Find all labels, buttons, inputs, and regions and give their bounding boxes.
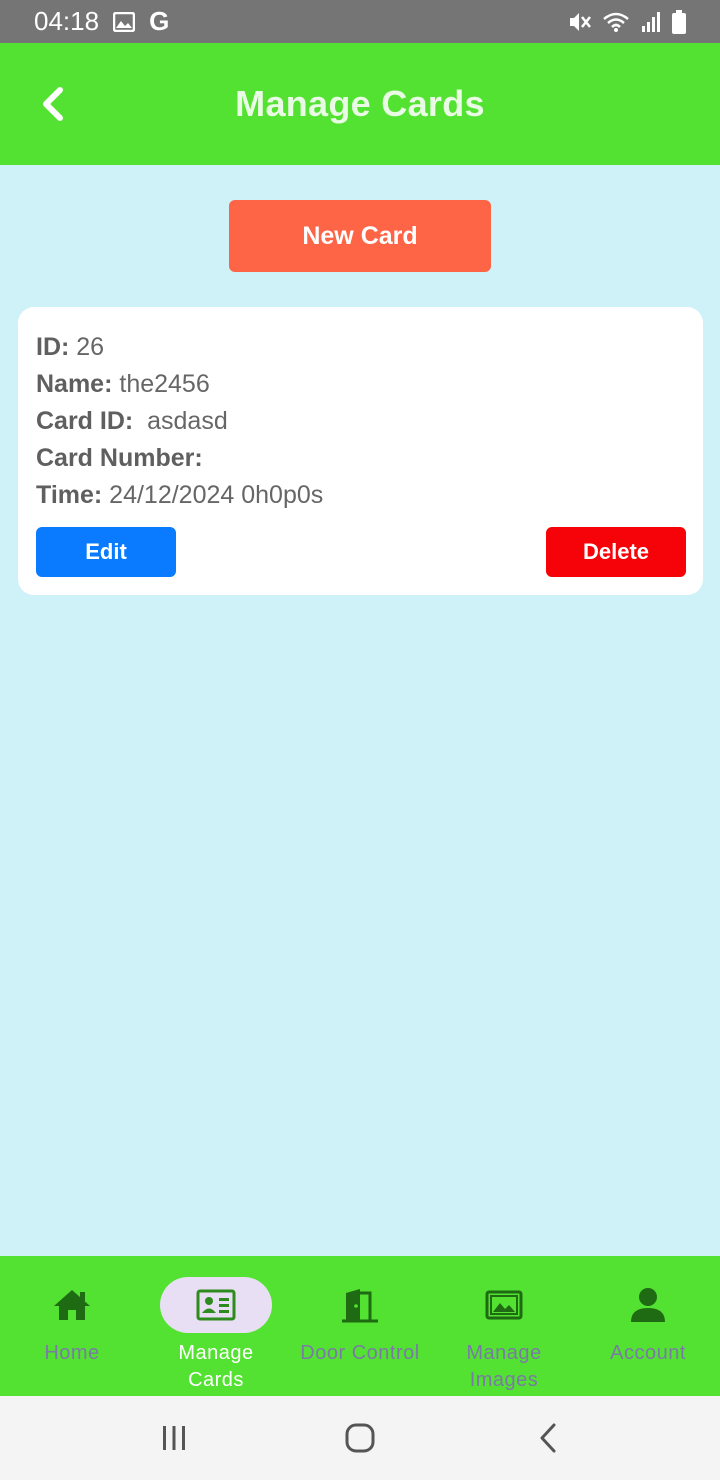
mute-icon <box>568 11 592 33</box>
nav-item-door-control[interactable]: Door Control <box>292 1256 428 1396</box>
new-card-button[interactable]: New Card <box>229 200 491 272</box>
card-time-value: 24/12/2024 0h0p0s <box>102 481 324 509</box>
google-icon: G <box>149 6 170 36</box>
recent-apps-button[interactable] <box>152 1416 196 1460</box>
home-icon <box>54 1290 90 1320</box>
card-cardid-label: Card ID: <box>36 407 134 435</box>
nav-item-manage-images[interactable]: Manage Images <box>448 1256 560 1396</box>
delete-button[interactable]: Delete <box>546 527 686 577</box>
back-chevron-icon <box>540 1423 556 1453</box>
back-button[interactable] <box>28 79 78 129</box>
nav-item-manage-cards[interactable]: Manage Cards <box>160 1256 272 1396</box>
door-icon <box>342 1289 378 1323</box>
bottom-nav: Home Manage Cards Door Control Manage Im… <box>0 1256 720 1396</box>
card-id-line: ID: 26 <box>36 329 685 366</box>
recent-apps-icon <box>163 1426 185 1450</box>
card-number-label: Card Number: <box>36 444 203 472</box>
chevron-left-icon <box>43 87 63 121</box>
status-time: 04:18 <box>34 6 100 36</box>
card-id-value: 26 <box>69 333 105 361</box>
home-circle-icon <box>345 1423 375 1453</box>
nav-item-home[interactable]: Home <box>16 1256 128 1396</box>
card-name-value: the2456 <box>112 370 210 398</box>
status-right <box>568 9 686 34</box>
card-cardid-value: asdasd <box>133 407 228 435</box>
nav-item-account[interactable]: Account <box>592 1256 704 1396</box>
card-name-line: Name: the2456 <box>36 366 685 403</box>
page-title: Manage Cards <box>235 83 485 124</box>
id-card-icon <box>196 1289 236 1321</box>
app-bar: Manage Cards <box>0 43 720 165</box>
nav-icon-wrap <box>304 1277 416 1333</box>
card-name-label: Name: <box>36 370 113 398</box>
nav-label-account: Account <box>610 1342 686 1364</box>
edit-button[interactable]: Edit <box>36 527 176 577</box>
image-icon <box>485 1290 523 1320</box>
nav-label-manage-images: Manage Images <box>466 1342 542 1391</box>
nav-label-home: Home <box>44 1342 100 1364</box>
wifi-icon <box>602 11 630 33</box>
image-icon <box>113 11 136 32</box>
nav-label-door-control: Door Control <box>300 1342 420 1364</box>
nav-label-manage-cards: Manage Cards <box>178 1342 254 1391</box>
status-left: 04:18 G <box>34 6 169 37</box>
nav-icon-wrap <box>160 1277 272 1333</box>
card-time-label: Time: <box>36 481 103 509</box>
card-cardid-line: Card ID: asdasd <box>36 403 685 440</box>
card-number-line: Card Number: <box>36 440 685 477</box>
home-button[interactable] <box>338 1416 382 1460</box>
signal-icon <box>640 11 662 33</box>
nav-icon-wrap <box>592 1277 704 1333</box>
system-nav-bar <box>0 1396 720 1480</box>
card-time-line: Time: 24/12/2024 0h0p0s <box>36 477 685 514</box>
card-id-label: ID: <box>36 333 70 361</box>
card-item: ID: 26 Name: the2456 Card ID: asdasd Car… <box>18 307 703 595</box>
nav-icon-wrap <box>16 1277 128 1333</box>
status-bar: 04:18 G <box>0 0 720 43</box>
nav-icon-wrap <box>448 1277 560 1333</box>
battery-icon <box>672 9 686 34</box>
system-back-button[interactable] <box>526 1416 570 1460</box>
account-icon <box>631 1288 665 1322</box>
